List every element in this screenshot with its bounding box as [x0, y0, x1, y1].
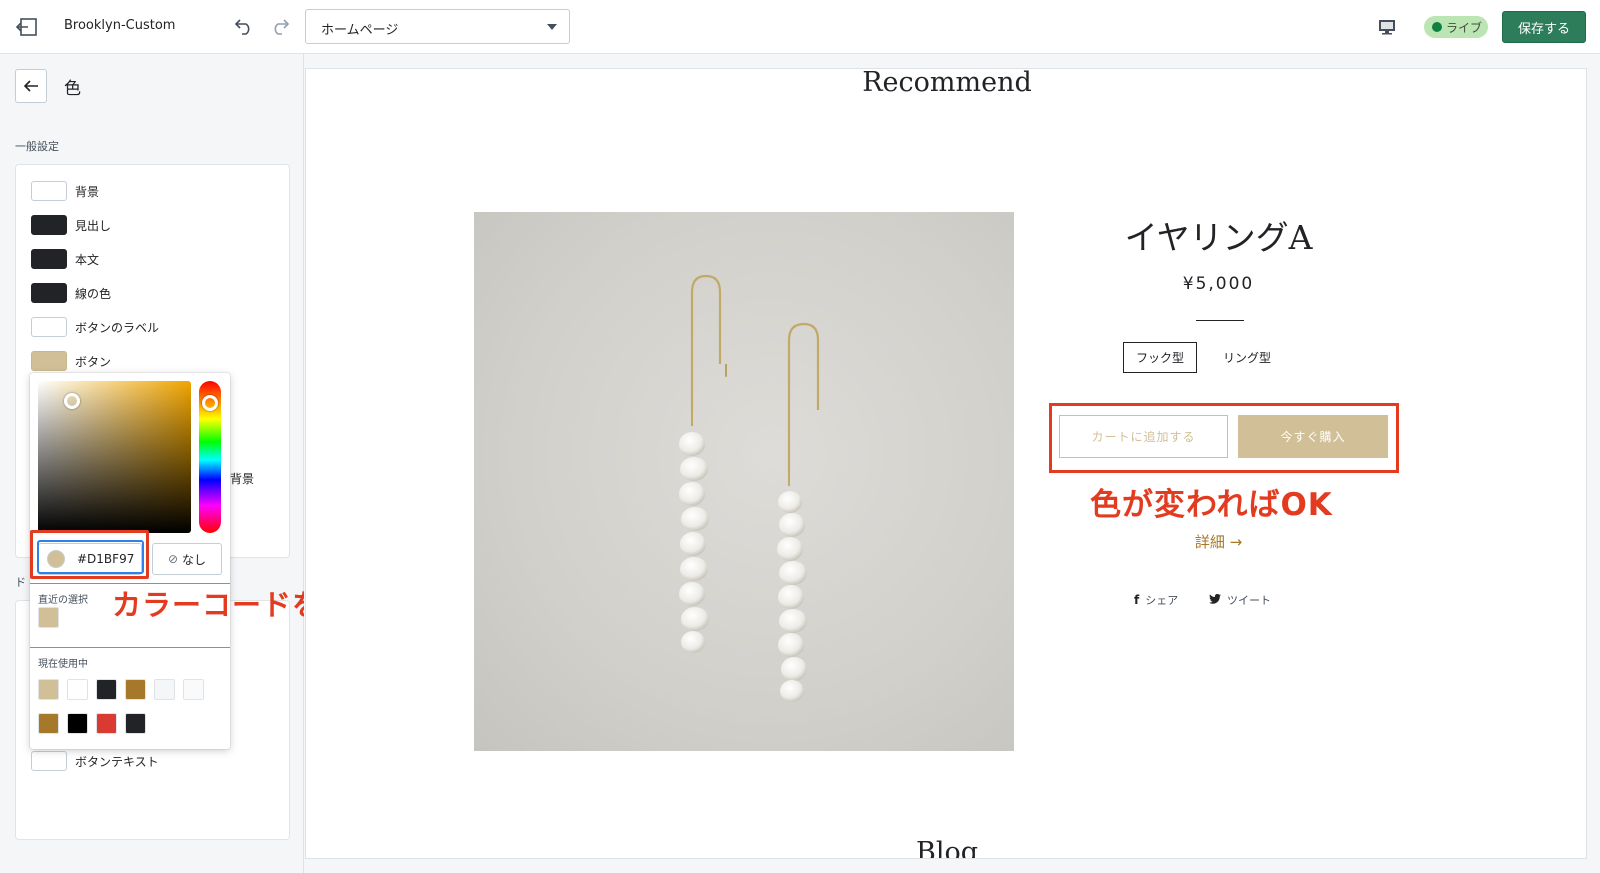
- color-row-label: 本文: [75, 252, 100, 267]
- product-price: ¥5,000: [1182, 274, 1255, 294]
- color-row-label: 背景: [75, 184, 100, 199]
- color-swatch[interactable]: [31, 181, 67, 201]
- color-swatch[interactable]: [31, 215, 67, 235]
- in-use-color-swatch[interactable]: [96, 679, 117, 700]
- top-bar: Brooklyn-Custom ホームページ ライブ 保存する: [0, 0, 1600, 54]
- in-use-color-swatch[interactable]: [38, 713, 59, 734]
- section-title-recommend: Recommend: [862, 68, 1032, 98]
- price-divider: [1196, 320, 1244, 321]
- color-row-label: 線の色: [75, 286, 112, 301]
- twitter-icon: [1209, 593, 1221, 607]
- back-button[interactable]: [15, 69, 47, 103]
- color-row-button-label[interactable]: ボタンのラベル: [31, 316, 159, 338]
- in-use-color-swatch[interactable]: [96, 713, 117, 734]
- color-row-button-text[interactable]: ボタンテキスト: [31, 750, 159, 772]
- color-swatch[interactable]: [31, 283, 67, 303]
- live-status-badge: ライブ: [1424, 16, 1488, 38]
- in-use-color-swatch[interactable]: [125, 679, 146, 700]
- recent-color-swatch[interactable]: [38, 607, 59, 628]
- saturation-thumb[interactable]: [64, 393, 80, 409]
- hex-input-focus-ring: [37, 540, 144, 574]
- no-color-icon: ⊘: [167, 552, 179, 566]
- color-row-label-partial: 背景: [230, 472, 255, 486]
- in-use-color-swatch[interactable]: [183, 679, 204, 700]
- section-label-general: 一般設定: [15, 140, 59, 153]
- color-row-label: ボタンテキスト: [75, 754, 159, 769]
- undo-icon[interactable]: [232, 13, 258, 39]
- annotation-box-buttons: [1049, 403, 1399, 473]
- picker-divider: [30, 647, 230, 648]
- redo-icon[interactable]: [266, 13, 292, 39]
- earrings-illustration: [679, 274, 820, 702]
- share-twitter-link[interactable]: ツイート: [1209, 592, 1271, 608]
- facebook-icon: f: [1134, 593, 1140, 607]
- saturation-value-area[interactable]: [38, 381, 191, 533]
- in-use-color-swatch[interactable]: [38, 679, 59, 700]
- details-link[interactable]: 詳細 →: [1046, 531, 1391, 552]
- page-select[interactable]: ホームページ: [305, 9, 570, 44]
- color-row-label: ボタン: [75, 354, 112, 369]
- page-select-value: ホームページ: [321, 23, 399, 38]
- in-use-color-swatch[interactable]: [67, 679, 88, 700]
- share-facebook-label: シェア: [1145, 594, 1179, 607]
- status-dot-icon: [1432, 22, 1442, 32]
- in-use-color-swatch[interactable]: [125, 713, 146, 734]
- theme-name: Brooklyn-Custom: [64, 18, 176, 33]
- panel-title: 色: [64, 79, 81, 99]
- save-button[interactable]: 保存する: [1502, 11, 1586, 43]
- color-swatch[interactable]: [31, 351, 67, 371]
- no-color-label: なし: [182, 552, 207, 567]
- in-use-color-swatch[interactable]: [154, 679, 175, 700]
- variant-option-hook[interactable]: フック型: [1123, 342, 1198, 373]
- color-row-border[interactable]: 線の色: [31, 282, 111, 304]
- chevron-down-icon: [547, 24, 557, 30]
- section-title-blog: Blog: [915, 837, 978, 859]
- product-image[interactable]: [474, 212, 1014, 751]
- in-use-colors-label: 現在使用中: [38, 659, 88, 670]
- exit-icon[interactable]: [12, 12, 42, 42]
- share-facebook-link[interactable]: f シェア: [1134, 592, 1178, 608]
- recent-colors-label: 直近の選択: [38, 595, 88, 606]
- annotation-text-buttons: 色が変わればOK: [1090, 487, 1333, 523]
- no-color-button[interactable]: ⊘ なし: [152, 543, 222, 575]
- theme-preview: Recommend イヤリングA ¥5,000 フック型 リング型 カートに追加…: [305, 68, 1587, 859]
- color-row-button[interactable]: ボタン: [31, 350, 111, 372]
- arrow-left-icon: [23, 80, 38, 92]
- product-name: イヤリングA: [1124, 218, 1313, 257]
- share-twitter-label: ツイート: [1227, 594, 1271, 607]
- live-label: ライブ: [1446, 20, 1483, 35]
- hue-thumb[interactable]: [202, 395, 218, 411]
- color-swatch[interactable]: [31, 751, 67, 771]
- color-row-heading[interactable]: 見出し: [31, 214, 111, 236]
- in-use-color-swatch[interactable]: [67, 713, 88, 734]
- color-row-label: 見出し: [75, 218, 112, 233]
- color-swatch[interactable]: [31, 317, 67, 337]
- color-row-body[interactable]: 本文: [31, 248, 99, 270]
- desktop-icon[interactable]: [1375, 15, 1399, 39]
- color-swatch[interactable]: [31, 249, 67, 269]
- color-row-label: ボタンのラベル: [75, 320, 160, 335]
- section-label-partial: ド: [15, 576, 26, 589]
- color-row-background[interactable]: 背景: [31, 180, 99, 202]
- variant-option-ring[interactable]: リング型: [1211, 342, 1283, 373]
